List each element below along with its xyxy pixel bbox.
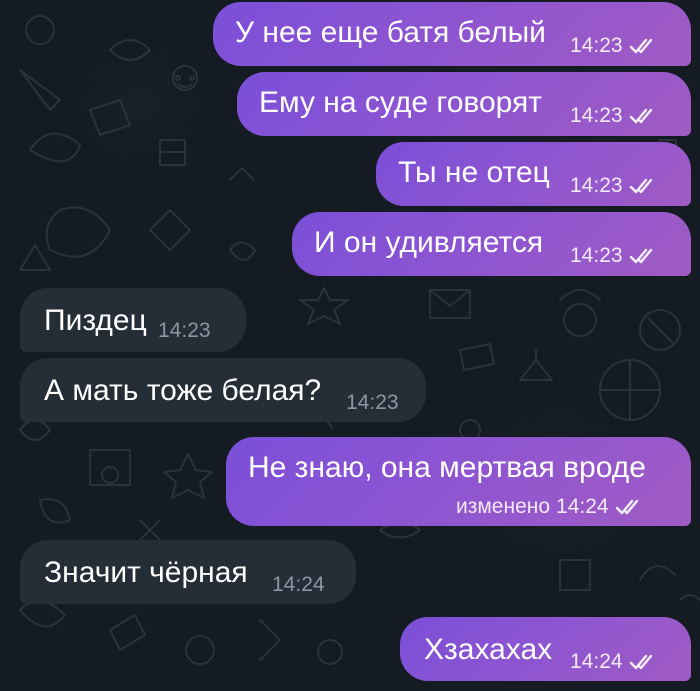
message-bubble-incoming[interactable]: Пиздец 14:23 — [20, 288, 246, 352]
message-bubble-incoming[interactable]: А мать тоже белая? 14:23 — [20, 358, 426, 422]
message-text: Ему на суде говорят — [259, 86, 543, 119]
message-text: А мать тоже белая? — [44, 374, 322, 407]
read-double-check-icon — [615, 497, 645, 517]
message-meta: 14:23 — [346, 391, 399, 415]
message-text: Пиздец — [44, 304, 147, 337]
message-bubble-outgoing[interactable]: Хзахахах 14:24 — [400, 617, 691, 681]
message-text: Значит чёрная — [44, 556, 248, 589]
message-bubble-outgoing[interactable]: Не знаю, она мертвая вроде изменено 14:2… — [226, 437, 691, 526]
message-meta: изменено 14:24 — [456, 495, 645, 519]
message-text: И он удивляется — [314, 226, 544, 259]
read-double-check-icon — [629, 36, 659, 56]
message-text: Не знаю, она мертвая вроде — [248, 451, 646, 484]
read-double-check-icon — [629, 246, 659, 266]
message-bubble-outgoing[interactable]: У нее еще батя белый 14:23 — [213, 2, 691, 66]
message-time: 14:23 — [570, 244, 623, 267]
message-time: 14:24 — [272, 573, 325, 596]
message-time: 14:24 — [556, 495, 609, 518]
message-meta: 14:24 — [272, 573, 325, 597]
message-time: 14:23 — [570, 104, 623, 127]
message-meta: 14:23 — [158, 319, 211, 343]
message-meta: 14:23 — [570, 174, 659, 198]
message-bubble-outgoing[interactable]: И он удивляется 14:23 — [292, 212, 691, 276]
chat-area[interactable]: У нее еще батя белый 14:23 Ему на суде г… — [0, 0, 700, 691]
message-bubble-outgoing[interactable]: Ты не отец 14:23 — [376, 142, 691, 206]
message-time: 14:23 — [570, 34, 623, 57]
message-meta: 14:23 — [570, 34, 659, 58]
message-meta: 14:23 — [570, 244, 659, 268]
message-time: 14:23 — [570, 174, 623, 197]
message-time: 14:23 — [346, 391, 399, 414]
read-double-check-icon — [629, 106, 659, 126]
message-bubble-outgoing[interactable]: Ему на суде говорят 14:23 — [237, 72, 691, 136]
message-text: Хзахахах — [424, 633, 553, 666]
message-edited-label: изменено — [456, 495, 551, 518]
message-meta: 14:23 — [570, 104, 659, 128]
message-time: 14:24 — [570, 650, 623, 673]
message-text: У нее еще батя белый — [235, 16, 546, 49]
read-double-check-icon — [629, 176, 659, 196]
message-time: 14:23 — [158, 319, 211, 342]
message-bubble-incoming[interactable]: Значит чёрная 14:24 — [20, 540, 356, 604]
read-double-check-icon — [629, 652, 659, 672]
message-text: Ты не отец — [398, 156, 550, 189]
message-meta: 14:24 — [570, 650, 659, 674]
